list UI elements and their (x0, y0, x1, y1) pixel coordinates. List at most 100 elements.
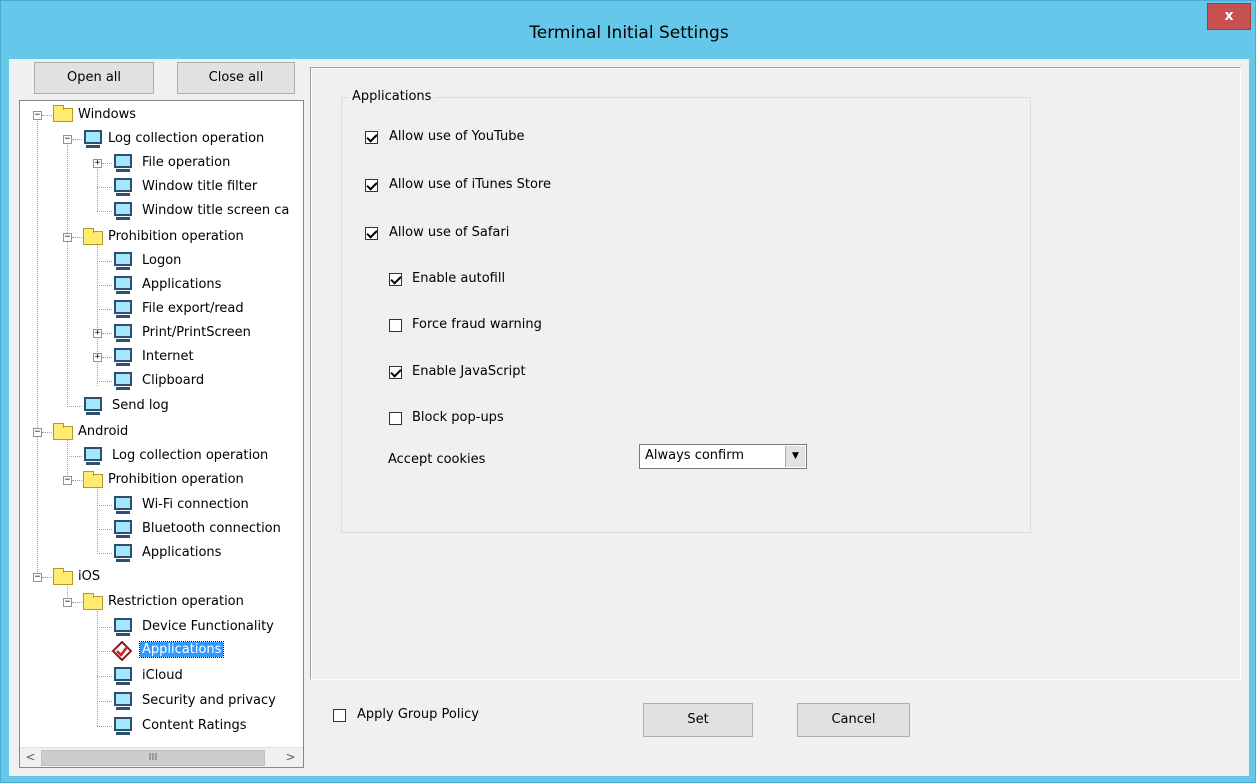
tree-connector (97, 261, 112, 262)
tree-item-win-applications[interactable]: Applications (142, 277, 221, 292)
tree-item-win-window-title-screen[interactable]: Window title screen ca (142, 203, 289, 218)
tree-item-and-bluetooth[interactable]: Bluetooth connection (142, 521, 281, 536)
block-popups-checkbox[interactable] (389, 412, 402, 425)
fraud-warning-checkbox[interactable] (389, 319, 402, 332)
title-bar[interactable]: Terminal Initial Settings x (1, 1, 1256, 59)
autofill-checkbox[interactable] (389, 273, 402, 286)
expand-expander[interactable]: + (93, 159, 102, 168)
tree-item-win-logon[interactable]: Logon (142, 253, 181, 268)
computer-icon (113, 348, 133, 367)
tree-item-and-log-collection[interactable]: Log collection operation (112, 448, 268, 463)
youtube-label[interactable]: Allow use of YouTube (389, 129, 525, 144)
computer-icon (113, 202, 133, 221)
collapse-expander[interactable]: − (63, 233, 72, 242)
dialog-window: Terminal Initial Settings x Open all Clo… (0, 0, 1256, 783)
tree-item-ios-icloud[interactable]: iCloud (142, 668, 183, 683)
tree-connector (97, 553, 112, 554)
folder-icon (83, 228, 103, 245)
block-popups-label[interactable]: Block pop-ups (412, 410, 504, 425)
tree-connector (37, 121, 38, 576)
tree-item-ios-applications[interactable]: Applications (138, 641, 225, 658)
tree-connector (67, 406, 82, 407)
collapse-expander[interactable]: − (33, 111, 42, 120)
tree-item-win-internet[interactable]: Internet (142, 349, 194, 364)
tree-item-android[interactable]: Android (78, 424, 128, 439)
tree-item-win-send-log[interactable]: Send log (112, 398, 169, 413)
tree-item-ios-device-functionality[interactable]: Device Functionality (142, 619, 274, 634)
computer-icon (113, 324, 133, 343)
tree-connector (97, 606, 98, 726)
close-button[interactable]: x (1207, 3, 1251, 30)
tree-connector (72, 602, 82, 603)
set-button[interactable]: Set (643, 703, 753, 737)
tree-connector (102, 333, 112, 334)
tree-item-win-print[interactable]: Print/PrintScreen (142, 325, 251, 340)
apply-group-policy-checkbox[interactable] (333, 709, 346, 722)
accept-cookies-dropdown[interactable]: Always confirm ▼ (639, 444, 807, 469)
itunes-label[interactable]: Allow use of iTunes Store (389, 177, 551, 192)
horizontal-scrollbar[interactable]: < III > (20, 747, 303, 767)
close-all-button[interactable]: Close all (177, 62, 295, 94)
tree-connector (97, 676, 112, 677)
tree-item-windows[interactable]: Windows (78, 107, 136, 122)
tree-item-ios-content-ratings[interactable]: Content Ratings (142, 718, 247, 733)
javascript-label[interactable]: Enable JavaScript (412, 364, 526, 379)
computer-icon (113, 178, 133, 197)
tree-item-win-file-export[interactable]: File export/read (142, 301, 244, 316)
tree-item-win-prohibition[interactable]: Prohibition operation (108, 229, 244, 244)
computer-icon (113, 300, 133, 319)
scroll-right-button[interactable]: > (282, 750, 299, 766)
collapse-expander[interactable]: − (63, 598, 72, 607)
apply-group-policy-label[interactable]: Apply Group Policy (357, 707, 479, 722)
settings-tree[interactable]: − Windows − Log collection operation + F… (19, 100, 304, 768)
computer-icon (83, 130, 103, 149)
tree-item-ios[interactable]: iOS (78, 569, 100, 584)
tree-item-ios-security[interactable]: Security and privacy (142, 693, 276, 708)
scroll-thumb[interactable]: III (41, 750, 265, 766)
scroll-left-button[interactable]: < (22, 750, 39, 766)
computer-icon (113, 618, 133, 637)
tree-connector (102, 357, 112, 358)
tree-item-win-log-collection[interactable]: Log collection operation (108, 131, 264, 146)
computer-icon (113, 496, 133, 515)
computer-icon (113, 372, 133, 391)
expand-expander[interactable]: + (93, 353, 102, 362)
safari-checkbox[interactable] (365, 227, 378, 240)
cancel-button[interactable]: Cancel (797, 703, 910, 737)
tree-item-win-window-title-filter[interactable]: Window title filter (142, 179, 257, 194)
youtube-checkbox[interactable] (365, 131, 378, 144)
accept-cookies-label: Accept cookies (388, 452, 486, 467)
tree-connector (97, 309, 112, 310)
collapse-expander[interactable]: − (63, 476, 72, 485)
collapse-expander[interactable]: − (33, 428, 42, 437)
itunes-checkbox[interactable] (365, 179, 378, 192)
window-title: Terminal Initial Settings (529, 23, 729, 43)
tree-connector (102, 163, 112, 164)
autofill-label[interactable]: Enable autofill (412, 271, 505, 286)
computer-icon (113, 276, 133, 295)
collapse-expander[interactable]: − (63, 135, 72, 144)
tree-connector (67, 145, 68, 407)
folder-icon (53, 568, 73, 585)
collapse-expander[interactable]: − (33, 573, 42, 582)
tree-item-and-applications[interactable]: Applications (142, 545, 221, 560)
computer-icon (113, 717, 133, 736)
computer-icon (113, 154, 133, 173)
tree-item-and-prohibition[interactable]: Prohibition operation (108, 472, 244, 487)
open-all-button[interactable]: Open all (34, 62, 154, 94)
javascript-checkbox[interactable] (389, 366, 402, 379)
tree-item-win-clipboard[interactable]: Clipboard (142, 373, 204, 388)
safari-label[interactable]: Allow use of Safari (389, 225, 509, 240)
tree-connector (97, 285, 112, 286)
computer-icon (113, 692, 133, 711)
tree-item-ios-restriction[interactable]: Restriction operation (108, 594, 244, 609)
tree-item-and-wifi[interactable]: Wi-Fi connection (142, 497, 249, 512)
tree-connector (72, 237, 82, 238)
fraud-warning-label[interactable]: Force fraud warning (412, 317, 542, 332)
expand-expander[interactable]: + (93, 329, 102, 338)
chevron-down-icon[interactable]: ▼ (785, 446, 805, 467)
accept-cookies-value: Always confirm (645, 448, 745, 463)
computer-icon (113, 520, 133, 539)
tree-item-win-file-operation[interactable]: File operation (142, 155, 230, 170)
computer-icon (113, 252, 133, 271)
